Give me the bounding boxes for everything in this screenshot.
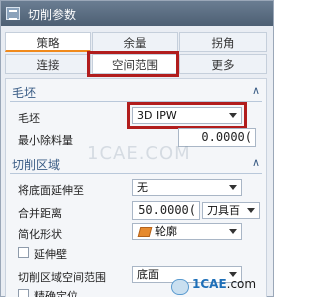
contour-shape-icon bbox=[137, 227, 153, 237]
cut-parameters-dialog: 切削参数 策略 余量 拐角 连接 空间范围 更多 毛坯 ∧ 毛坯 3D IPW … bbox=[0, 0, 274, 297]
dialog-icon bbox=[6, 7, 20, 20]
blank-section-header[interactable]: 毛坯 ∧ bbox=[12, 84, 262, 102]
min-removal-label: 最小除料量 bbox=[18, 134, 73, 147]
section-divider bbox=[10, 173, 262, 174]
merge-distance-field[interactable]: 50.0000( bbox=[132, 201, 200, 220]
precise-locate-checkbox[interactable] bbox=[18, 289, 29, 297]
cut-area-space-value: 底面 bbox=[137, 268, 159, 281]
simplify-shape-select[interactable]: 轮廓 bbox=[132, 223, 242, 240]
simplify-shape-value: 轮廓 bbox=[155, 225, 177, 238]
collapse-caret-icon[interactable]: ∧ bbox=[252, 84, 260, 97]
cut-area-section-title: 切削区域 bbox=[12, 158, 61, 172]
extend-floor-value: 无 bbox=[137, 181, 148, 194]
tab-stock[interactable]: 余量 bbox=[92, 32, 178, 52]
precise-locate-label: 精确定位 bbox=[34, 290, 78, 297]
title-bar[interactable]: 切削参数 bbox=[1, 1, 273, 26]
blank-section-title: 毛坯 bbox=[12, 86, 37, 100]
simplify-shape-label: 简化形状 bbox=[18, 228, 62, 241]
dialog-title: 切削参数 bbox=[28, 8, 77, 22]
extend-wall-label: 延伸壁 bbox=[34, 248, 67, 261]
extend-wall-checkbox[interactable] bbox=[18, 247, 29, 258]
highlight-blank-select bbox=[127, 102, 247, 129]
brand-logo-icon bbox=[171, 279, 189, 295]
chevron-down-icon bbox=[229, 185, 237, 190]
collapse-caret-icon[interactable]: ∧ bbox=[252, 156, 260, 169]
brand-logo: 1CAE.com bbox=[192, 277, 272, 297]
tab-strategy[interactable]: 策略 bbox=[5, 32, 91, 52]
brand-part1: 1CAE bbox=[192, 277, 227, 291]
brand-part2: .com bbox=[226, 277, 257, 291]
chevron-down-icon bbox=[229, 229, 237, 234]
settings-panel: 毛坯 ∧ 毛坯 3D IPW 最小除料量 0.0000( 切削区域 ∧ 将底面延… bbox=[5, 78, 267, 297]
blank-label: 毛坯 bbox=[18, 112, 40, 125]
merge-distance-unit-value: 刀具百 bbox=[207, 204, 240, 217]
chevron-down-icon bbox=[247, 208, 255, 213]
extend-floor-label: 将底面延伸至 bbox=[18, 184, 84, 197]
tab-more[interactable]: 更多 bbox=[179, 54, 267, 74]
cut-area-space-label: 切削区域空间范围 bbox=[18, 271, 106, 284]
merge-distance-label: 合并距离 bbox=[18, 207, 62, 220]
highlight-space-range-tab bbox=[87, 51, 179, 77]
merge-distance-unit-select[interactable]: 刀具百 bbox=[202, 202, 260, 219]
watermark-text: 1CAE.COM bbox=[87, 143, 191, 164]
tab-connections[interactable]: 连接 bbox=[5, 54, 91, 74]
tab-corners[interactable]: 拐角 bbox=[179, 32, 267, 52]
extend-floor-select[interactable]: 无 bbox=[132, 179, 242, 196]
